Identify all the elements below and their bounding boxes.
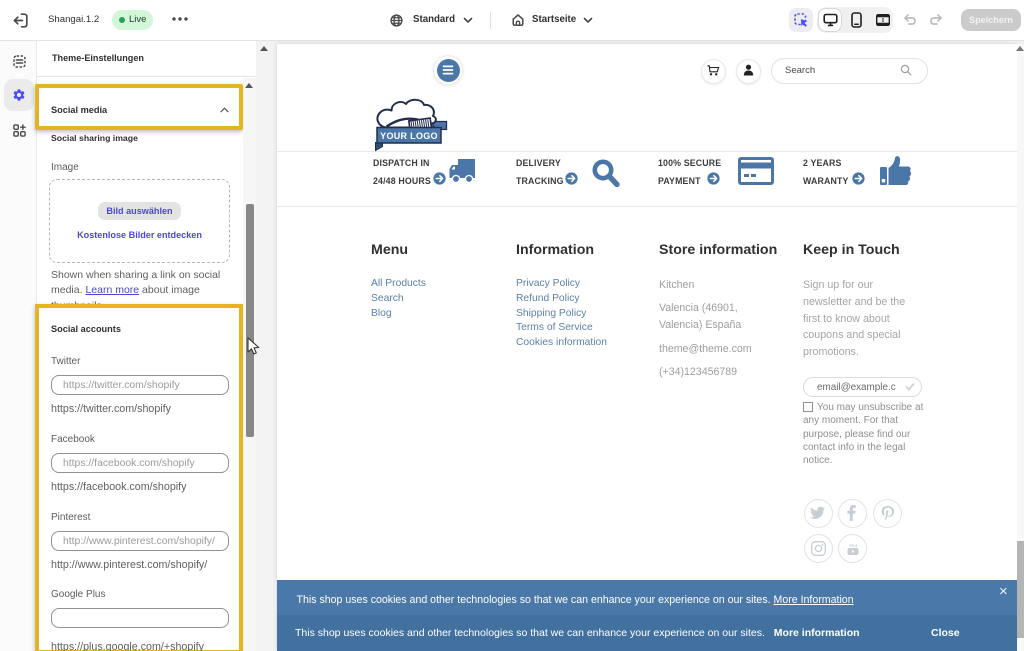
svg-text:YOUR LOGO: YOUR LOGO bbox=[380, 131, 438, 141]
svg-text:You: You bbox=[848, 543, 857, 548]
